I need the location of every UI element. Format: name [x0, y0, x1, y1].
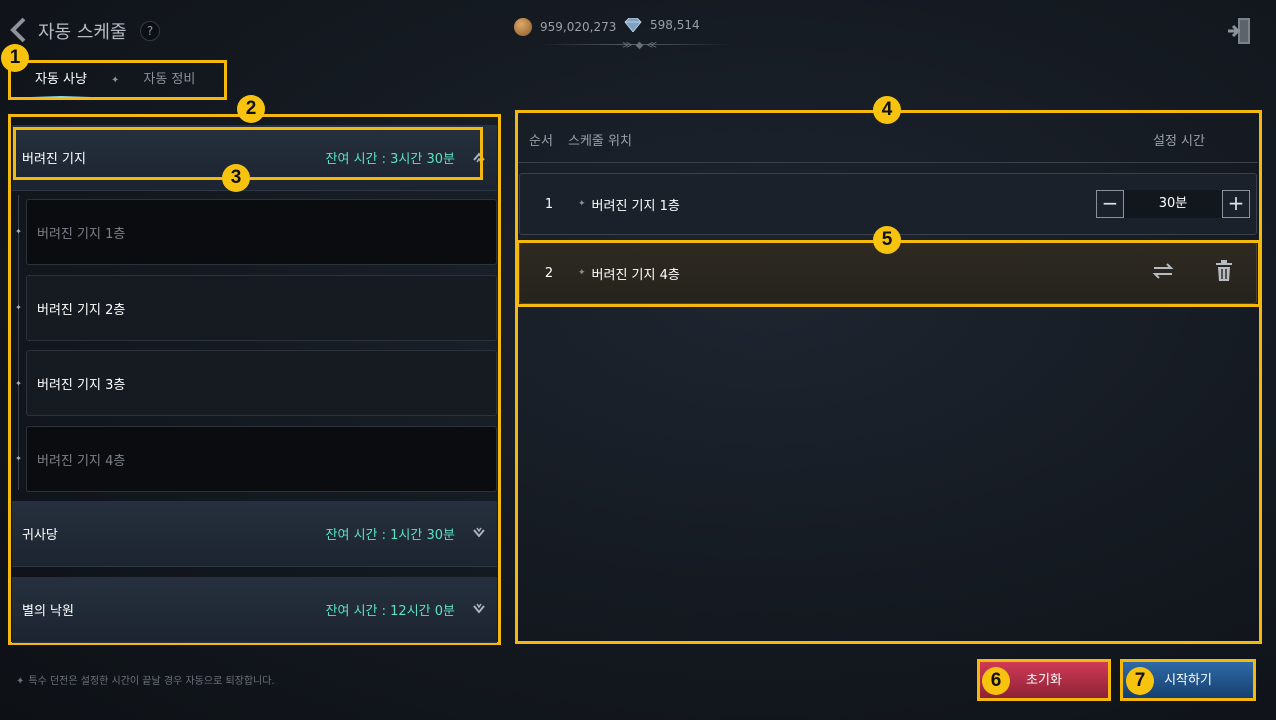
tree-line: [18, 195, 19, 490]
header-ornament: ≫ ◆ ≪: [622, 40, 657, 51]
start-label: 시작하기: [1164, 673, 1212, 688]
annotation-badge-5: 5: [873, 226, 901, 254]
annotation-badge-1: 1: [1, 44, 29, 72]
floor-item-4[interactable]: 버려진 기지 4층: [26, 426, 497, 492]
chevron-down-icon[interactable]: [471, 526, 487, 542]
floor-label: 버려진 기지 3층: [37, 377, 126, 393]
page-title: 자동 스케줄: [38, 22, 127, 43]
floor-item-2[interactable]: 버려진 기지 2층: [26, 275, 497, 341]
increase-time-button[interactable]: +: [1222, 190, 1250, 218]
column-header-location: 스케줄 위치: [568, 134, 632, 149]
floor-label: 버려진 기지 4층: [37, 453, 126, 469]
chevron-down-icon[interactable]: [471, 602, 487, 618]
back-arrow-icon[interactable]: [8, 16, 32, 44]
floor-item-3[interactable]: 버려진 기지 3층: [26, 350, 497, 416]
gold-amount: 959,020,273: [540, 20, 617, 34]
tab-separator-icon: ✦: [110, 74, 120, 86]
annotation-badge-7: 7: [1126, 667, 1154, 695]
decrease-time-button[interactable]: −: [1096, 190, 1124, 218]
gold-coin-icon: [514, 18, 532, 36]
tree-node-icon: ✦: [15, 379, 22, 388]
help-icon[interactable]: ?: [140, 21, 160, 41]
gold-currency: 959,020,273: [514, 18, 616, 36]
tree-node-icon: ✦: [15, 227, 22, 236]
tree-node-icon: ✦: [15, 454, 22, 463]
annotation-badge-3: 3: [222, 164, 250, 192]
exit-icon[interactable]: [1226, 16, 1254, 46]
remaining-time: 잔여 시간 : 12시간 0분: [325, 604, 455, 619]
tab-bar: 자동 사냥 ✦ 자동 정비: [8, 60, 227, 100]
diamond-icon: [624, 18, 642, 32]
floor-label: 버려진 기지 2층: [37, 302, 126, 318]
group-name: 귀사당: [22, 528, 58, 543]
tree-node-icon: ✦: [15, 303, 22, 312]
group-name: 별의 낙원: [22, 604, 74, 619]
annotation-badge-6: 6: [982, 667, 1010, 695]
duration-value: 30분: [1124, 190, 1222, 218]
group-header-ghost-shrine[interactable]: 귀사당 잔여 시간 : 1시간 30분: [12, 501, 497, 567]
column-header-time: 설정 시간: [1153, 134, 1205, 149]
row-location: 버려진 기지 1층: [591, 198, 680, 214]
row-index: 1: [544, 196, 554, 212]
footnote: ✦ 특수 던전은 설정한 시간이 끝날 경우 자동으로 퇴장합니다.: [16, 672, 275, 687]
column-header-order: 순서: [529, 134, 553, 149]
floor-label: 버려진 기지 1층: [37, 226, 126, 242]
header-divider: [518, 162, 1258, 163]
diamond-currency: 598,514: [624, 18, 700, 32]
annotation-badge-4: 4: [873, 96, 901, 124]
remaining-time: 잔여 시간 : 1시간 30분: [325, 528, 455, 543]
row-dot-icon: ✦: [578, 199, 586, 209]
reset-label: 초기화: [1026, 673, 1062, 688]
diamond-amount: 598,514: [650, 18, 700, 32]
footnote-text: 특수 던전은 설정한 시간이 끝날 경우 자동으로 퇴장합니다.: [28, 676, 275, 687]
floor-item-1[interactable]: 버려진 기지 1층: [26, 199, 497, 265]
bullet-icon: ✦: [16, 676, 25, 687]
tab-auto-maintenance[interactable]: 자동 정비: [119, 60, 219, 100]
group-header-star-paradise[interactable]: 별의 낙원 잔여 시간 : 12시간 0분: [12, 577, 497, 643]
annotation-badge-2: 2: [237, 95, 265, 123]
